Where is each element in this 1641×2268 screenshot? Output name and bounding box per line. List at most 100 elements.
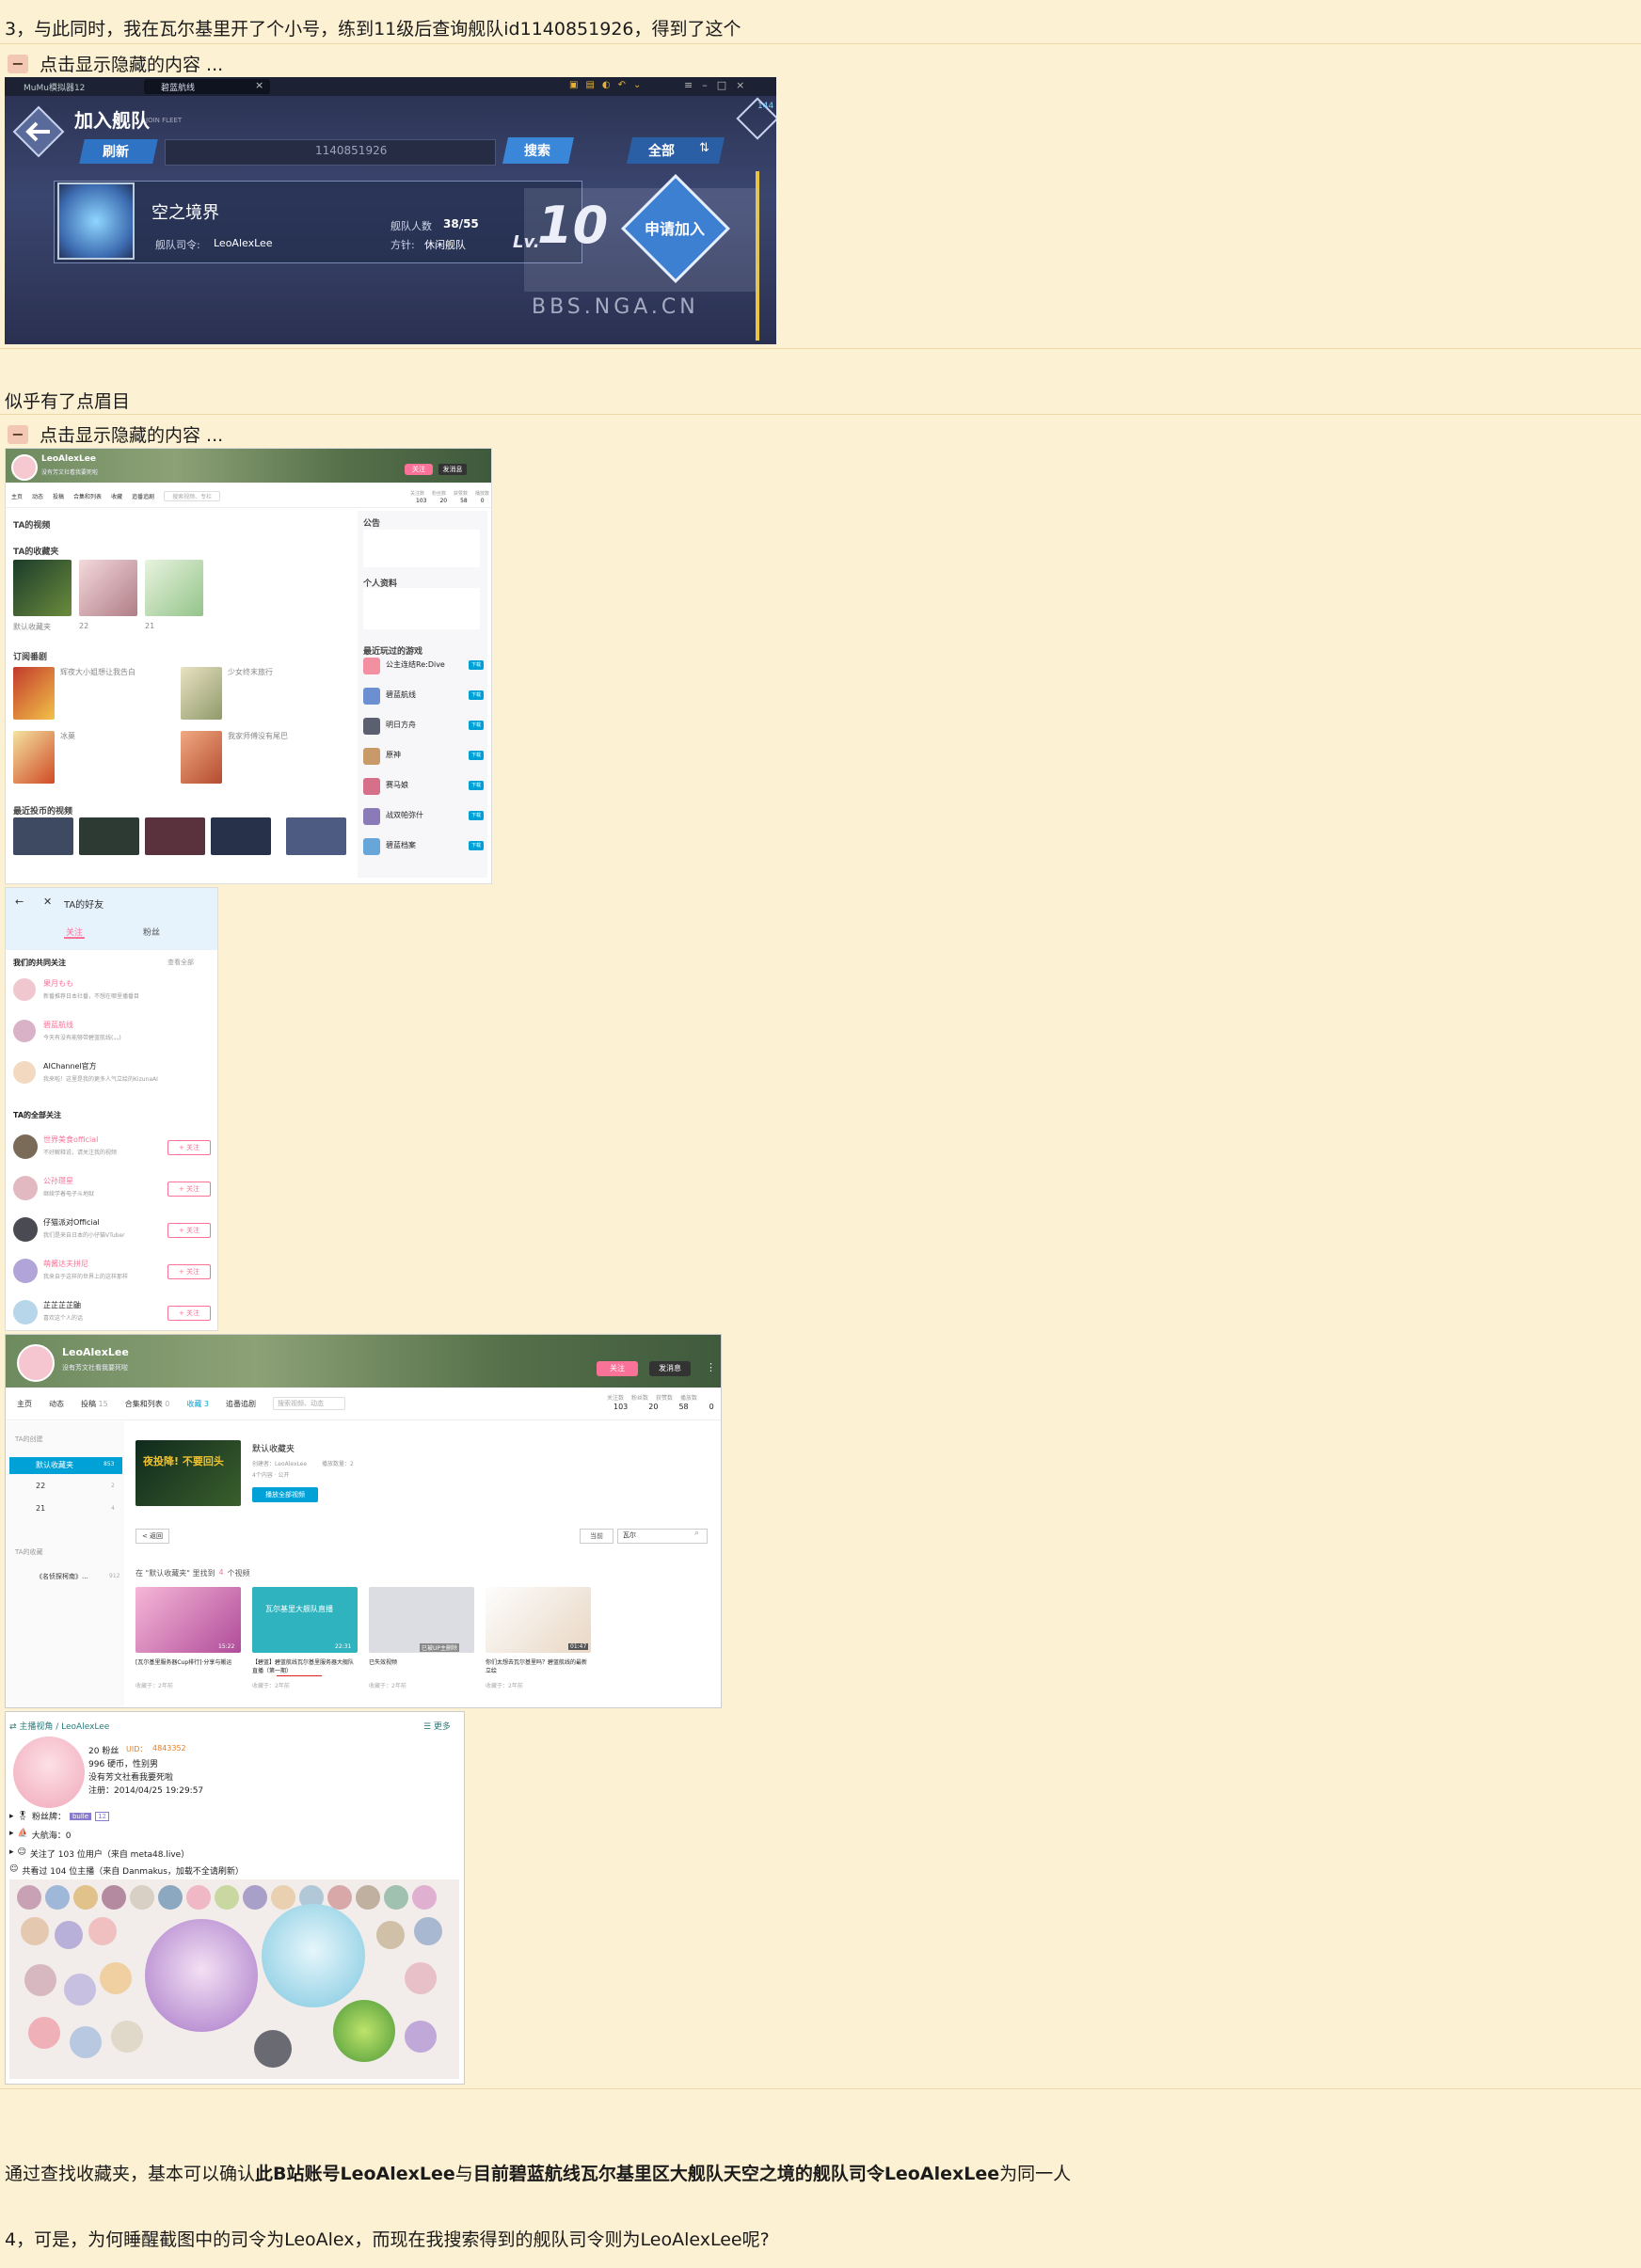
user-name[interactable]: AIChannel官方 (43, 1061, 97, 1071)
avatar[interactable] (13, 1134, 38, 1159)
search-icon[interactable]: ⌕ (694, 1529, 699, 1538)
nav-bangumi[interactable]: 追番追剧 (132, 492, 154, 500)
play-all-button[interactable]: 播放全部视频 (252, 1487, 318, 1502)
streamer-avatar[interactable] (130, 1885, 154, 1910)
game-download-button[interactable]: 下载 (469, 781, 484, 790)
user-name[interactable]: 碧蓝航线 (43, 1020, 73, 1030)
breadcrumb[interactable]: ⇄ 主播视角 / LeoAlexLee (9, 1720, 109, 1732)
video-cover[interactable] (211, 817, 271, 855)
video-cover[interactable] (286, 817, 346, 855)
streamer-avatar-large[interactable] (262, 1904, 365, 2007)
collapse-icon[interactable]: − (8, 424, 28, 444)
game-download-button[interactable]: 下载 (469, 660, 484, 670)
game-name[interactable]: 碧蓝档案 (386, 840, 416, 850)
streamer-avatar[interactable] (412, 1885, 437, 1910)
folder-name[interactable]: 21 (36, 1504, 45, 1513)
nav-uploads[interactable]: 投稿 (53, 492, 64, 500)
streamer-avatar[interactable] (100, 1962, 132, 1994)
streamer-avatar[interactable] (254, 2030, 292, 2068)
video-cover[interactable] (145, 817, 205, 855)
expand-arrow-icon[interactable]: ▸ (9, 1848, 14, 1860)
collapse-icon[interactable]: − (8, 54, 28, 73)
video-cover[interactable] (13, 817, 73, 855)
tab-fans[interactable]: 粉丝 (143, 926, 160, 938)
toggle-label[interactable]: 点击显示隐藏的内容 ... (40, 51, 223, 76)
sort-icon[interactable]: ⇅ (699, 141, 709, 155)
folder-name[interactable]: 默认收藏夹 (36, 1460, 73, 1470)
video-title[interactable]: 已失效视频 (369, 1658, 474, 1667)
follow-button[interactable]: + 关注 (167, 1306, 211, 1321)
search-input[interactable]: 搜索视频、专栏 (164, 490, 221, 501)
streamer-avatar-collage[interactable] (9, 1879, 459, 2079)
streamer-avatar-large[interactable] (145, 1919, 258, 2032)
streamer-avatar[interactable] (356, 1885, 380, 1910)
streamer-avatar[interactable] (64, 1974, 96, 2006)
avatar[interactable] (13, 1300, 38, 1324)
hidden-content-toggle[interactable]: − 点击显示隐藏的内容 ... (8, 51, 223, 76)
back-arrow-icon[interactable] (12, 105, 65, 158)
fav-cover[interactable] (145, 560, 203, 616)
sub-title[interactable]: 冰菓 (60, 731, 75, 741)
streamer-avatar[interactable] (73, 1885, 98, 1910)
avatar[interactable] (13, 1737, 85, 1808)
message-button[interactable]: 发消息 (649, 1361, 691, 1376)
streamer-avatar[interactable] (88, 1917, 117, 1945)
avatar[interactable] (13, 1259, 38, 1283)
game-download-button[interactable]: 下载 (469, 721, 484, 730)
streamer-avatar[interactable] (243, 1885, 267, 1910)
expand-arrow-icon[interactable]: ▸ (9, 1812, 14, 1821)
streamer-avatar[interactable] (21, 1917, 49, 1945)
filter-button-bg[interactable] (627, 137, 725, 164)
fav-cover[interactable] (79, 560, 137, 616)
avatar[interactable] (13, 978, 36, 1001)
streamer-avatar[interactable] (102, 1885, 126, 1910)
sub-cover[interactable] (13, 667, 55, 720)
follow-button[interactable]: + 关注 (167, 1140, 211, 1155)
avatar[interactable] (17, 1344, 55, 1382)
streamer-avatar[interactable] (45, 1885, 70, 1910)
toggle-label[interactable]: 点击显示隐藏的内容 ... (40, 421, 223, 447)
user-name[interactable]: 仔猫派对Official (43, 1217, 100, 1228)
nav-home[interactable]: 主页 (17, 1399, 32, 1409)
search-button[interactable]: 搜索 (524, 141, 550, 160)
guard-row[interactable]: ▸ ⛵ 大航海：0 (9, 1829, 71, 1841)
sub-cover[interactable] (181, 667, 222, 720)
game-name[interactable]: 战双帕弥什 (386, 810, 423, 820)
back-button[interactable]: < 返回 (135, 1529, 169, 1544)
streamer-avatar[interactable] (271, 1885, 295, 1910)
streamer-avatar[interactable] (186, 1885, 211, 1910)
follow-button[interactable]: 关注 (405, 464, 433, 475)
video-title[interactable]: 你们太想去瓦尔基里吗？碧蓝航线的最新立绘 (486, 1658, 591, 1675)
sort-select[interactable]: 当前 (580, 1529, 613, 1544)
message-button[interactable]: 发消息 (438, 464, 467, 475)
collected-name[interactable]: 《名侦探柯南》... (36, 1572, 88, 1581)
streamer-avatar[interactable] (405, 1962, 437, 1994)
streamer-avatar[interactable] (376, 1921, 405, 1949)
streamer-avatar[interactable] (55, 1921, 83, 1949)
avatar[interactable] (13, 1061, 36, 1084)
nav-favorites[interactable]: 收藏 3 (186, 1399, 209, 1409)
refresh-button[interactable]: 刷新 (103, 142, 129, 161)
video-cover[interactable] (79, 817, 139, 855)
watched-row[interactable]: ☺ 共看过 104 位主播（来自 Danmakus，加载不全请刷新） (9, 1864, 244, 1877)
expand-arrow-icon[interactable]: ▸ (9, 1829, 14, 1841)
streamer-avatar[interactable] (24, 1964, 56, 1996)
more-menu[interactable]: ☰ 更多 (423, 1720, 451, 1732)
nav-bangumi[interactable]: 追番追剧 (226, 1399, 256, 1409)
streamer-avatar[interactable] (28, 2017, 60, 2049)
game-download-button[interactable]: 下载 (469, 811, 484, 820)
user-name[interactable]: 萌酱达夫拼尼 (43, 1259, 88, 1269)
follow-button[interactable]: + 关注 (167, 1264, 211, 1279)
avatar[interactable] (13, 1176, 38, 1200)
streamer-avatar[interactable] (414, 1917, 442, 1945)
avatar[interactable] (13, 1020, 36, 1042)
user-name[interactable]: 世界美食official (43, 1134, 98, 1145)
nav-collections[interactable]: 合集和列表 0 (125, 1399, 170, 1409)
window-controls-icon[interactable]: ≡–□× (684, 79, 754, 91)
nav-dynamic[interactable]: 动态 (32, 492, 43, 500)
follow-button[interactable]: + 关注 (167, 1182, 211, 1197)
sub-cover[interactable] (181, 731, 222, 784)
apply-button[interactable]: 申请加入 (645, 216, 705, 239)
more-icon[interactable]: ⋮ (706, 1361, 716, 1373)
medal-row[interactable]: ▸ 🎖 粉丝牌： bulle 12 (9, 1810, 109, 1822)
